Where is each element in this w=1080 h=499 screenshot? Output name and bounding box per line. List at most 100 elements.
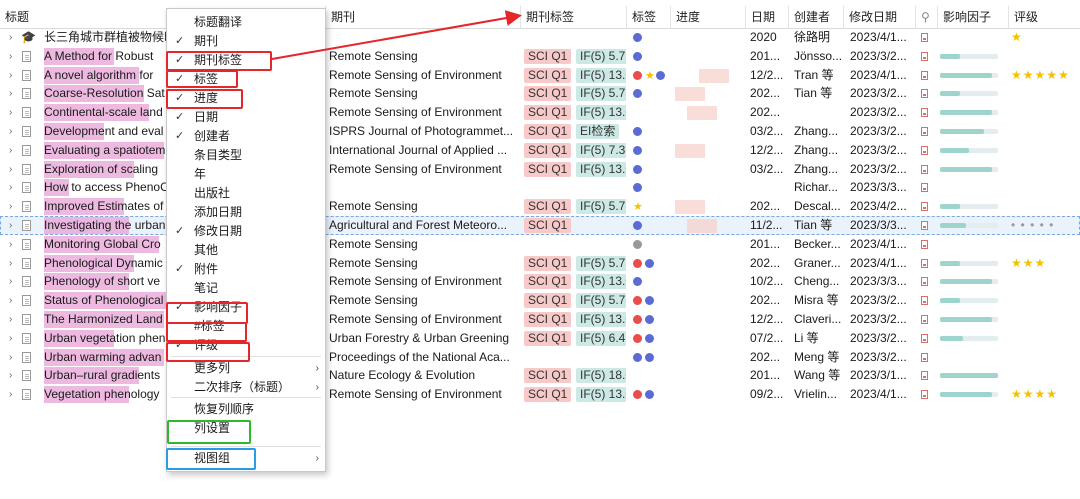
- menu-item[interactable]: 年: [167, 165, 325, 184]
- pdf-attachment-icon[interactable]: [921, 310, 933, 329]
- menu-item[interactable]: 恢复列顺序: [167, 400, 325, 419]
- chevron-right-icon[interactable]: ›: [9, 366, 12, 385]
- menu-item[interactable]: 列设置: [167, 419, 325, 438]
- chevron-right-icon[interactable]: ›: [9, 329, 12, 348]
- chevron-right-icon[interactable]: ›: [9, 28, 12, 47]
- table-row[interactable]: › How to access PhenoC Richar... 2023/3/3..…: [0, 178, 1080, 197]
- pdf-attachment-icon[interactable]: [921, 47, 933, 66]
- row-rating[interactable]: ★★★★★: [1011, 66, 1079, 85]
- chevron-right-icon[interactable]: ›: [9, 310, 12, 329]
- pdf-attachment-icon[interactable]: [921, 160, 933, 179]
- menu-item[interactable]: ✓ 期刊标签: [167, 51, 325, 70]
- menu-item[interactable]: 出版社: [167, 184, 325, 203]
- menu-item[interactable]: ✓ 附件: [167, 260, 325, 279]
- table-row[interactable]: › The Harmonized Land Remote Sensing of En…: [0, 310, 1080, 329]
- row-modified: 2023/3/2...: [850, 124, 907, 138]
- menu-item[interactable]: 其他: [167, 241, 325, 260]
- chevron-right-icon[interactable]: ›: [9, 216, 12, 235]
- pdf-attachment-icon[interactable]: [921, 141, 933, 160]
- menu-item[interactable]: ✓ 影响因子: [167, 298, 325, 317]
- table-row[interactable]: › Coarse-Resolution Sat Remote Sensing SCI …: [0, 84, 1080, 103]
- table-row[interactable]: › Exploration of scaling Remote Sensing of…: [0, 160, 1080, 179]
- chevron-right-icon[interactable]: ›: [9, 160, 12, 179]
- table-row[interactable]: › Urban–rural gradients Nature Ecology & E…: [0, 366, 1080, 385]
- pdf-attachment-icon[interactable]: [921, 103, 933, 122]
- menu-item[interactable]: 标题翻译: [167, 13, 325, 32]
- chevron-right-icon[interactable]: ›: [9, 103, 12, 122]
- menu-item-label: 视图组: [194, 451, 231, 465]
- pdf-attachment-icon[interactable]: [921, 178, 933, 197]
- menu-item[interactable]: ✓ 标签: [167, 70, 325, 89]
- chevron-right-icon[interactable]: ›: [9, 66, 12, 85]
- menu-item[interactable]: 添加日期: [167, 203, 325, 222]
- chevron-right-icon[interactable]: ›: [9, 272, 12, 291]
- pdf-attachment-icon[interactable]: [921, 348, 933, 367]
- table-row[interactable]: › Phenology of short ve Remote Sensing of …: [0, 272, 1080, 291]
- table-row[interactable]: › Improved Estimates of Remote Sensing SCI …: [0, 197, 1080, 216]
- row-rating[interactable]: ★: [1011, 28, 1079, 47]
- table-row[interactable]: › Vegetation phenology Remote Sensing of E…: [0, 385, 1080, 404]
- table-row[interactable]: › Urban warming advan Proceedings of the N…: [0, 348, 1080, 367]
- header-progress[interactable]: 进度: [670, 6, 745, 28]
- menu-item[interactable]: #标签: [167, 317, 325, 336]
- pdf-attachment-icon[interactable]: [921, 272, 933, 291]
- header-rating[interactable]: 评级: [1008, 6, 1080, 28]
- chevron-right-icon[interactable]: ›: [9, 385, 12, 404]
- table-row[interactable]: › Development and eval ISPRS Journal of Ph…: [0, 122, 1080, 141]
- paperclip-icon[interactable]: ⚲: [915, 6, 937, 28]
- table-row[interactable]: › Continental-scale land Remote Sensing of…: [0, 103, 1080, 122]
- header-creator[interactable]: 创建者: [788, 6, 843, 28]
- row-rating[interactable]: • • • • •: [1011, 216, 1079, 235]
- pdf-attachment-icon[interactable]: [921, 216, 933, 235]
- pdf-attachment-icon[interactable]: [921, 385, 933, 404]
- pdf-attachment-icon[interactable]: [921, 254, 933, 273]
- header-date[interactable]: 日期: [745, 6, 788, 28]
- chevron-right-icon[interactable]: ›: [9, 47, 12, 66]
- menu-item[interactable]: ✓ 期刊: [167, 32, 325, 51]
- menu-item[interactable]: ✓ 修改日期: [167, 222, 325, 241]
- chevron-right-icon[interactable]: ›: [9, 348, 12, 367]
- pdf-attachment-icon[interactable]: [921, 235, 933, 254]
- menu-item[interactable]: 条目类型: [167, 146, 325, 165]
- pdf-attachment-icon[interactable]: [921, 291, 933, 310]
- chevron-right-icon[interactable]: ›: [9, 141, 12, 160]
- table-row[interactable]: › Evaluating a spatiotem International Jou…: [0, 141, 1080, 160]
- pdf-attachment-icon[interactable]: [921, 28, 933, 47]
- table-row[interactable]: › A novel algorithm for Remote Sensing of …: [0, 66, 1080, 85]
- row-rating[interactable]: ★★★★: [1011, 385, 1079, 404]
- chevron-right-icon[interactable]: ›: [9, 235, 12, 254]
- chevron-right-icon[interactable]: ›: [9, 178, 12, 197]
- header-modified[interactable]: 修改日期: [843, 6, 915, 28]
- pdf-attachment-icon[interactable]: [921, 197, 933, 216]
- pdf-attachment-icon[interactable]: [921, 84, 933, 103]
- menu-item[interactable]: 笔记: [167, 279, 325, 298]
- header-tags[interactable]: 标签: [626, 6, 670, 28]
- header-impact-factor[interactable]: 影响因子: [937, 6, 1008, 28]
- table-row[interactable]: › 🎓 长三角城市群植被物候时 2020 徐路明 2023/4/1... ★: [0, 28, 1080, 47]
- menu-item[interactable]: ✓ 日期: [167, 108, 325, 127]
- table-row[interactable]: › Status of Phenological Remote Sensing SCI…: [0, 291, 1080, 310]
- chevron-right-icon[interactable]: ›: [9, 122, 12, 141]
- menu-item[interactable]: ✓ 创建者: [167, 127, 325, 146]
- table-row[interactable]: › Monitoring Global Cro Remote Sensing 201.…: [0, 235, 1080, 254]
- table-row[interactable]: › Phenological Dynamic Remote Sensing SCI Q…: [0, 254, 1080, 273]
- pdf-attachment-icon[interactable]: [921, 122, 933, 141]
- chevron-right-icon[interactable]: ›: [9, 197, 12, 216]
- pdf-attachment-icon[interactable]: [921, 366, 933, 385]
- row-rating[interactable]: ★★★: [1011, 254, 1079, 273]
- chevron-right-icon[interactable]: ›: [9, 291, 12, 310]
- table-row[interactable]: › A Method for Robust Remote Sensing SCI Q1…: [0, 47, 1080, 66]
- menu-item[interactable]: ✓ 进度: [167, 89, 325, 108]
- chevron-right-icon[interactable]: ›: [9, 84, 12, 103]
- header-journal[interactable]: 期刊: [325, 6, 520, 28]
- chevron-right-icon[interactable]: ›: [9, 254, 12, 273]
- menu-item[interactable]: 更多列 ›: [167, 359, 325, 378]
- header-journal-tag[interactable]: 期刊标签: [520, 6, 626, 28]
- menu-item[interactable]: 视图组 ›: [167, 449, 325, 468]
- table-row[interactable]: › Investigating the urban Agricultural and…: [0, 216, 1080, 235]
- menu-item[interactable]: 二次排序（标题） ›: [167, 378, 325, 397]
- menu-item[interactable]: ✓ 评级: [167, 336, 325, 355]
- table-row[interactable]: › Urban vegetation phen Urban Forestry & U…: [0, 329, 1080, 348]
- pdf-attachment-icon[interactable]: [921, 329, 933, 348]
- pdf-attachment-icon[interactable]: [921, 66, 933, 85]
